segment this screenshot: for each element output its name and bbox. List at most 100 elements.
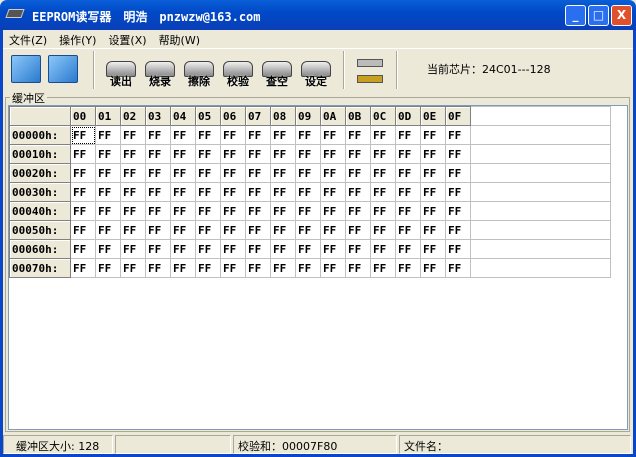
hex-cell[interactable]: FF — [120, 220, 146, 240]
hex-cell[interactable]: FF — [195, 163, 221, 183]
hex-cell[interactable]: FF — [95, 163, 121, 183]
blank-check-button[interactable]: 查空 — [259, 53, 295, 89]
hex-cell[interactable]: FF — [170, 125, 196, 145]
hex-cell[interactable]: FF — [370, 220, 396, 240]
hex-cell[interactable]: FF — [345, 220, 371, 240]
hex-cell[interactable]: FF — [245, 239, 271, 259]
hex-cell[interactable]: FF — [95, 144, 121, 164]
hex-cell[interactable]: FF — [295, 201, 321, 221]
hex-cell[interactable]: FF — [120, 201, 146, 221]
hex-cell[interactable]: FF — [145, 182, 171, 202]
hex-cell[interactable]: FF — [445, 182, 471, 202]
hex-cell[interactable]: FF — [345, 201, 371, 221]
hex-cell[interactable]: FF — [345, 125, 371, 145]
hex-cell[interactable]: FF — [445, 125, 471, 145]
hex-cell[interactable]: FF — [420, 182, 446, 202]
hex-cell[interactable]: FF — [170, 201, 196, 221]
hex-cell[interactable]: FF — [420, 125, 446, 145]
hex-cell[interactable]: FF — [420, 201, 446, 221]
hex-cell[interactable]: FF — [245, 220, 271, 240]
hex-cell[interactable]: FF — [195, 201, 221, 221]
hex-cell[interactable]: FF — [195, 182, 221, 202]
hex-cell[interactable]: FF — [270, 125, 296, 145]
hex-cell[interactable]: FF — [220, 182, 246, 202]
hex-cell[interactable]: FF — [70, 163, 96, 183]
read-button[interactable]: 读出 — [103, 53, 139, 89]
hex-cell[interactable]: FF — [195, 125, 221, 145]
hex-cell[interactable]: FF — [245, 182, 271, 202]
hex-cell[interactable]: FF — [345, 163, 371, 183]
hex-cell[interactable]: FF — [445, 144, 471, 164]
hex-cell[interactable]: FF — [295, 220, 321, 240]
hex-cell[interactable]: FF — [270, 239, 296, 259]
hex-cell[interactable]: FF — [395, 144, 421, 164]
hex-cell[interactable]: FF — [445, 163, 471, 183]
hex-cell[interactable]: FF — [295, 258, 321, 278]
port-connector-button[interactable] — [353, 53, 389, 89]
hex-cell[interactable]: FF — [220, 239, 246, 259]
hex-cell[interactable]: FF — [170, 163, 196, 183]
hex-cell[interactable]: FF — [370, 201, 396, 221]
hex-cell[interactable]: FF — [320, 163, 346, 183]
hex-cell[interactable]: FF — [70, 239, 96, 259]
hex-cell[interactable]: FF — [395, 220, 421, 240]
hex-cell[interactable]: FF — [370, 163, 396, 183]
hex-cell[interactable]: FF — [270, 258, 296, 278]
hex-cell[interactable]: FF — [195, 144, 221, 164]
hex-cell[interactable]: FF — [70, 144, 96, 164]
menu-operate[interactable]: 操作(Y) — [53, 30, 102, 47]
hex-cell[interactable]: FF — [145, 144, 171, 164]
hex-cell[interactable]: FF — [320, 258, 346, 278]
hex-cell[interactable]: FF — [95, 239, 121, 259]
erase-button[interactable]: 擦除 — [181, 53, 217, 89]
hex-cell[interactable]: FF — [170, 239, 196, 259]
hex-cell[interactable]: FF — [245, 144, 271, 164]
hex-cell[interactable]: FF — [295, 125, 321, 145]
hex-cell[interactable]: FF — [195, 220, 221, 240]
hex-cell[interactable]: FF — [220, 125, 246, 145]
hex-cell[interactable]: FF — [145, 239, 171, 259]
hex-cell[interactable]: FF — [245, 258, 271, 278]
close-button[interactable]: X — [611, 5, 632, 26]
hex-grid[interactable]: 00 01 02 03 04 05 06 07 08 09 0A 0B 0C 0D 0E 0F 00000h:… — [8, 105, 628, 430]
hex-cell[interactable]: FF — [370, 144, 396, 164]
hex-cell[interactable]: FF — [120, 125, 146, 145]
lock-button[interactable]: 设定 — [298, 53, 334, 89]
hex-cell[interactable]: FF — [220, 220, 246, 240]
hex-cell[interactable]: FF — [345, 239, 371, 259]
hex-cell[interactable]: FF — [320, 182, 346, 202]
hex-cell[interactable]: FF — [270, 220, 296, 240]
hex-cell[interactable]: FF — [245, 163, 271, 183]
hex-cell[interactable]: FF — [395, 125, 421, 145]
hex-cell[interactable]: FF — [270, 163, 296, 183]
verify-button[interactable]: 校验 — [220, 53, 256, 89]
hex-cell[interactable]: FF — [420, 239, 446, 259]
hex-cell[interactable]: FF — [70, 182, 96, 202]
hex-cell[interactable]: FF — [320, 239, 346, 259]
hex-cell[interactable]: FF — [220, 144, 246, 164]
maximize-button[interactable]: □ — [588, 5, 609, 26]
hex-cell[interactable]: FF — [395, 182, 421, 202]
menu-file[interactable]: 文件(Z) — [3, 30, 53, 47]
hex-cell[interactable]: FF — [370, 125, 396, 145]
hex-cell[interactable]: FF — [220, 163, 246, 183]
hex-cell[interactable]: FF — [145, 163, 171, 183]
hex-cell[interactable]: FF — [320, 201, 346, 221]
hex-cell[interactable]: FF — [245, 125, 271, 145]
hex-cell[interactable]: FF — [95, 125, 121, 145]
hex-cell[interactable]: FF — [445, 239, 471, 259]
hex-cell[interactable]: FF — [120, 239, 146, 259]
hex-cell[interactable]: FF — [295, 182, 321, 202]
hex-cell[interactable]: FF — [70, 258, 96, 278]
hex-cell[interactable]: FF — [345, 182, 371, 202]
hex-cell[interactable]: FF — [270, 201, 296, 221]
hex-cell[interactable]: FF — [295, 144, 321, 164]
hex-cell[interactable]: FF — [420, 258, 446, 278]
hex-cell[interactable]: FF — [195, 258, 221, 278]
hex-cell[interactable]: FF — [320, 125, 346, 145]
hex-cell[interactable]: FF — [70, 125, 96, 145]
hex-cell[interactable]: FF — [120, 144, 146, 164]
hex-cell[interactable]: FF — [345, 144, 371, 164]
hex-cell[interactable]: FF — [145, 201, 171, 221]
hex-cell[interactable]: FF — [445, 201, 471, 221]
